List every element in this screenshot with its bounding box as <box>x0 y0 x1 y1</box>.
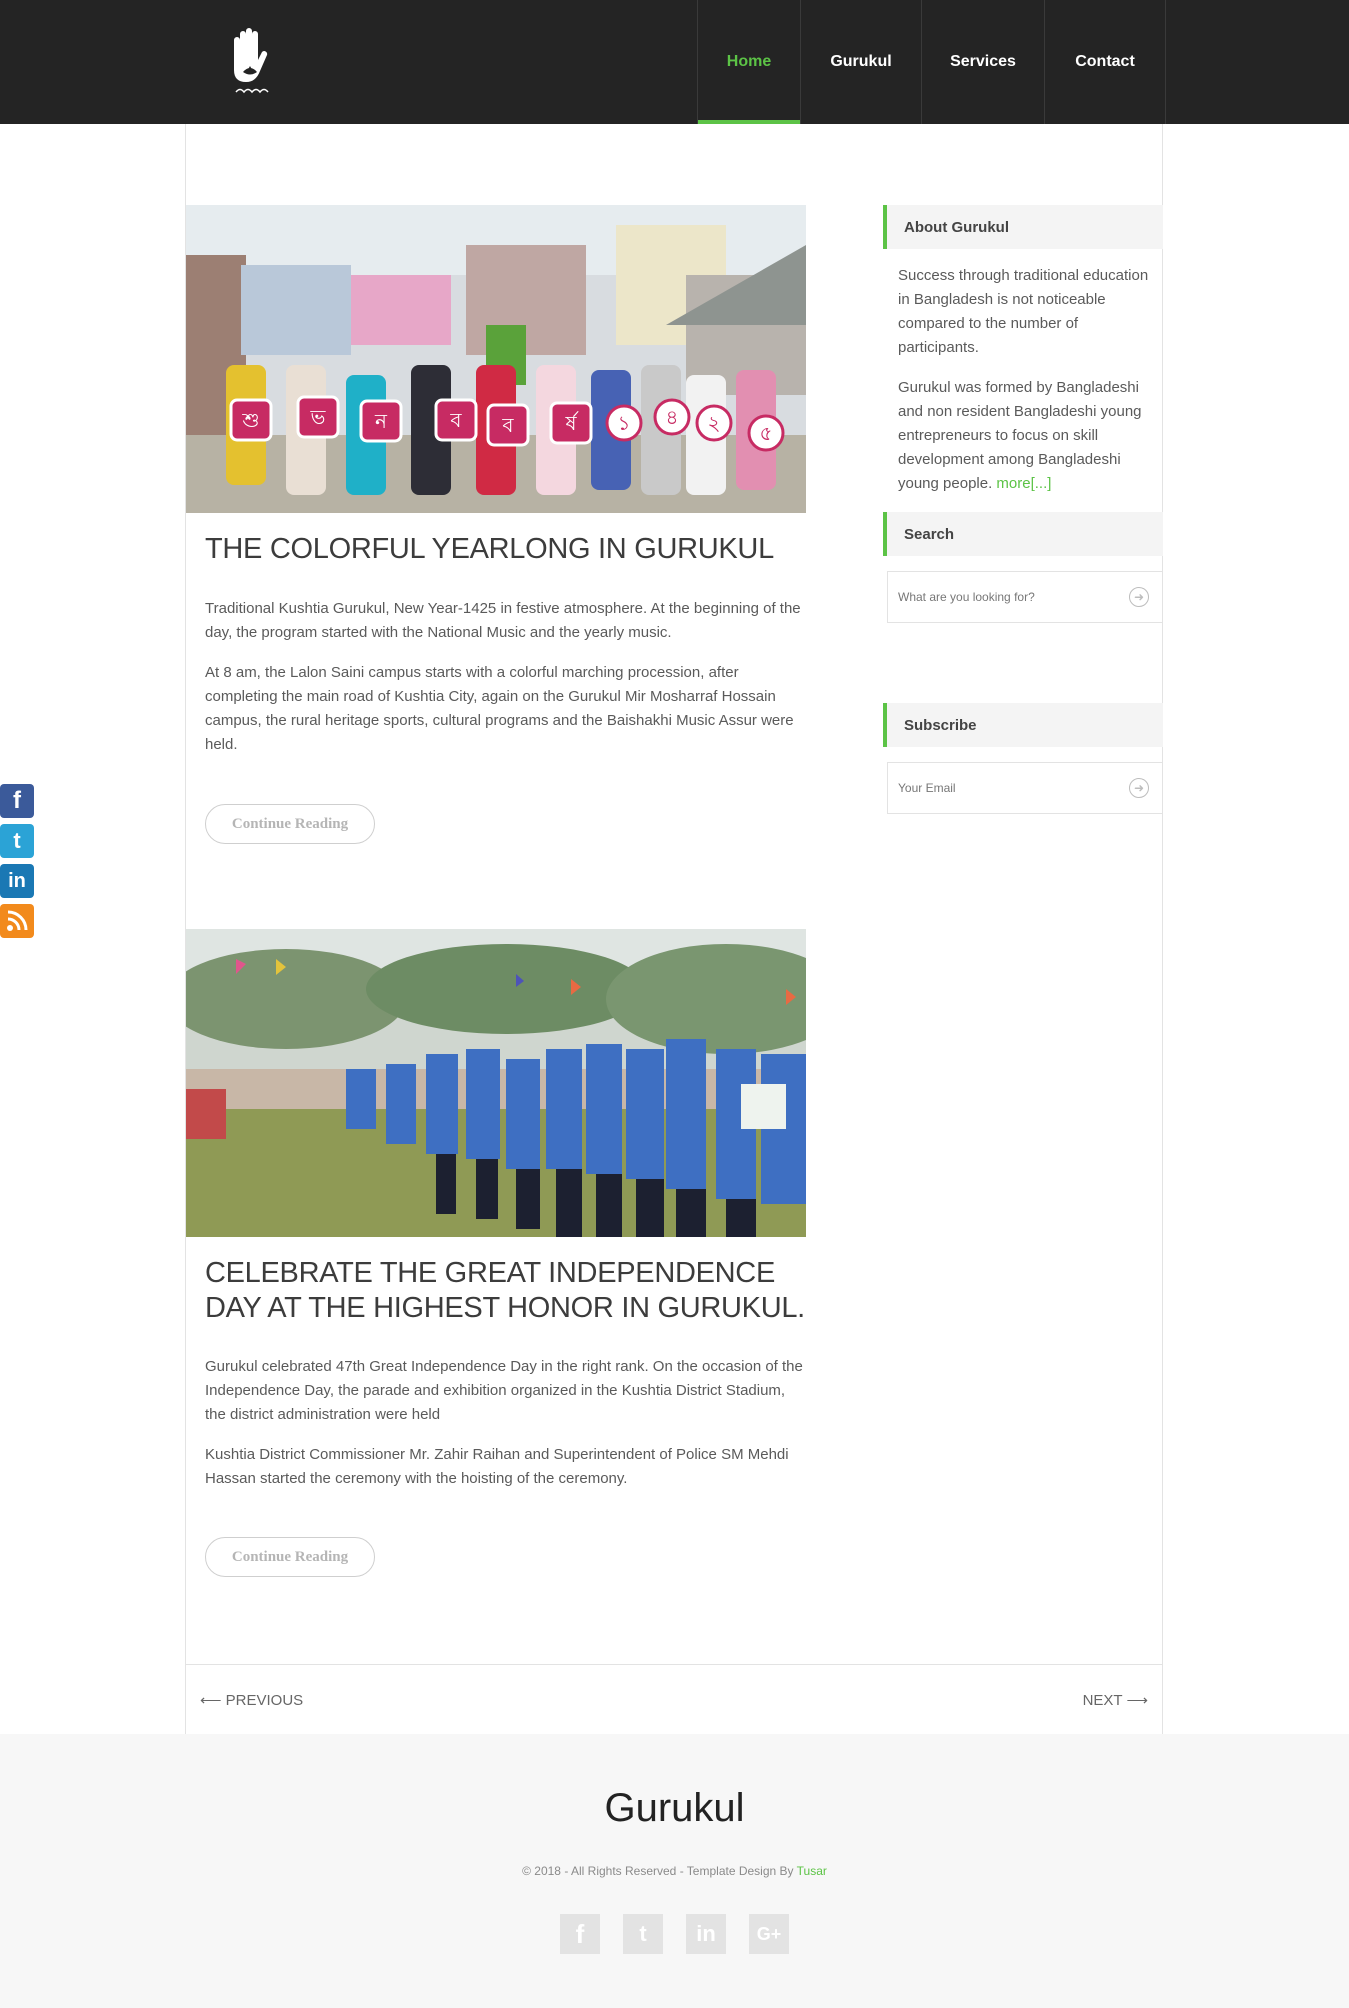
subscribe-widget-title: Subscribe <box>883 703 1163 747</box>
rss-glyph <box>7 910 28 931</box>
parade-photo <box>186 929 806 1237</box>
about-paragraph: Gurukul was formed by Bangladeshi and no… <box>898 376 1160 496</box>
next-link[interactable]: NEXT ⟶ <box>1083 1691 1148 1709</box>
search-widget-title: Search <box>883 512 1163 556</box>
facebook-icon[interactable]: f <box>0 784 34 818</box>
sign-letter: ন <box>374 409 388 433</box>
post-paragraph: Kushtia District Commissioner Mr. Zahir … <box>205 1446 789 1487</box>
footer-copyright: © 2018 - All Rights Reserved - Template … <box>0 1864 1349 1878</box>
search-submit-arrow-icon[interactable]: ➜ <box>1129 587 1149 607</box>
facebook-icon[interactable]: f <box>560 1914 600 1954</box>
sign-letter: ৫ <box>760 421 773 445</box>
twitter-icon[interactable]: t <box>0 824 34 858</box>
copyright-text: © 2018 - All Rights Reserved - Template … <box>522 1864 794 1878</box>
nav-home[interactable]: Home <box>697 0 800 124</box>
site-header: Home Gurukul Services Contact <box>0 0 1349 124</box>
post-title[interactable]: CELEBRATE THE GREAT INDEPENDENCE DAY AT … <box>205 1256 805 1326</box>
rss-icon[interactable] <box>0 904 34 938</box>
sign-letter: ১ <box>618 411 631 435</box>
nav-services[interactable]: Services <box>921 0 1044 124</box>
sign-letter: ৪ <box>666 405 679 429</box>
author-link[interactable]: Tusar <box>797 1864 827 1878</box>
email-placeholder: Your Email <box>898 781 956 795</box>
nav-contact-label[interactable]: Contact <box>1075 53 1135 71</box>
hand-lotus-logo[interactable] <box>228 26 272 98</box>
post-image-independence-parade[interactable] <box>186 929 806 1237</box>
post-paragraph: Traditional Kushtia Gurukul, New Year-14… <box>205 600 801 641</box>
more-link[interactable]: more[...] <box>996 475 1051 492</box>
search-placeholder: What are you looking for? <box>898 590 1035 604</box>
post-title[interactable]: THE COLORFUL YEARLONG IN GURUKUL <box>205 532 805 567</box>
subscribe-submit-arrow-icon[interactable]: ➜ <box>1129 778 1149 798</box>
google-plus-icon[interactable]: G+ <box>749 1914 789 1954</box>
main-nav: Home Gurukul Services Contact <box>697 0 1166 124</box>
site-footer: Gurukul © 2018 - All Rights Reserved - T… <box>0 1734 1349 2008</box>
procession-photo: শু ভ ন ব ব র্ষ ১ ৪ ২ ৫ <box>186 205 806 513</box>
nav-gurukul[interactable]: Gurukul <box>800 0 921 124</box>
nav-contact[interactable]: Contact <box>1044 0 1166 124</box>
sign-letter: ব <box>449 408 462 432</box>
footer-title: Gurukul <box>604 1786 745 1830</box>
linkedin-icon[interactable]: in <box>686 1914 726 1954</box>
nav-gurukul-label[interactable]: Gurukul <box>830 53 891 71</box>
sign-letter: ব <box>501 413 514 437</box>
nav-home-label[interactable]: Home <box>727 53 771 71</box>
nav-services-label[interactable]: Services <box>950 53 1016 71</box>
linkedin-icon[interactable]: in <box>0 864 34 898</box>
post-excerpt: Traditional Kushtia Gurukul, New Year-14… <box>205 597 805 773</box>
post-paragraph: At 8 am, the Lalon Saini campus starts w… <box>205 664 794 753</box>
search-input[interactable]: What are you looking for? ➜ <box>887 571 1163 623</box>
email-input[interactable]: Your Email ➜ <box>887 762 1163 814</box>
previous-link[interactable]: ⟵ PREVIOUS <box>200 1691 303 1709</box>
twitter-icon[interactable]: t <box>623 1914 663 1954</box>
post-excerpt: Gurukul celebrated 47th Great Independen… <box>205 1355 805 1507</box>
pagination: ⟵ PREVIOUS NEXT ⟶ <box>186 1664 1162 1735</box>
post-image-new-year-procession[interactable]: শু ভ ন ব ব র্ষ ১ ৪ ২ ৫ <box>186 205 806 513</box>
about-widget-text: Success through traditional education in… <box>898 264 1160 512</box>
sign-letter: শু <box>241 408 259 432</box>
sign-letter: ২ <box>707 411 720 435</box>
continue-reading-button[interactable]: Continue Reading <box>205 1537 375 1577</box>
post-paragraph: Gurukul celebrated 47th Great Independen… <box>205 1358 803 1423</box>
sign-letter: ভ <box>310 405 327 429</box>
continue-reading-button[interactable]: Continue Reading <box>205 804 375 844</box>
about-widget-title: About Gurukul <box>883 205 1163 249</box>
about-paragraph: Success through traditional education in… <box>898 267 1149 356</box>
